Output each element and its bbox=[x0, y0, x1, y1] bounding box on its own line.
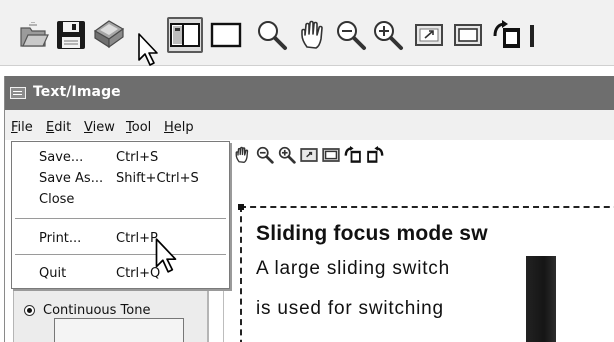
menu-view-rest: iew bbox=[92, 120, 115, 135]
save-disk-icon bbox=[57, 21, 85, 49]
full-frame-button[interactable] bbox=[208, 17, 244, 53]
hand-pan-small-button[interactable] bbox=[233, 145, 253, 165]
menu-item-shortcut: Shift+Ctrl+S bbox=[116, 171, 199, 186]
menu-item-label: Save... bbox=[39, 150, 84, 165]
rotate-left-icon bbox=[344, 146, 361, 163]
title-bar[interactable]: Text/Image bbox=[5, 76, 614, 110]
menu-view[interactable]: View bbox=[84, 120, 115, 135]
menu-item-print[interactable]: Print... Ctrl+P bbox=[12, 228, 229, 250]
hand-pan-icon bbox=[235, 146, 249, 163]
split-view-button[interactable] bbox=[167, 17, 203, 53]
selection-handle[interactable] bbox=[238, 204, 244, 210]
zoom-in-button[interactable] bbox=[370, 17, 406, 53]
fit-window-small-button[interactable] bbox=[299, 145, 319, 165]
save-button[interactable] bbox=[53, 17, 89, 53]
menu-item-save-as[interactable]: Save As... Shift+Ctrl+S bbox=[12, 168, 229, 190]
menu-item-label: Print... bbox=[39, 231, 82, 246]
document-heading: Sliding focus mode sw bbox=[256, 222, 488, 245]
hand-pan-button[interactable] bbox=[296, 17, 332, 53]
partial-icon bbox=[530, 25, 534, 47]
zoom-out-button[interactable] bbox=[333, 17, 369, 53]
menu-bar: File Edit View Tool Help bbox=[5, 110, 614, 140]
menu-help-rest: elp bbox=[173, 120, 194, 135]
window-app-icon bbox=[10, 87, 26, 99]
zoom-in-icon bbox=[374, 21, 403, 50]
zoom-in-icon bbox=[278, 146, 296, 164]
radio-button-checked[interactable] bbox=[24, 305, 35, 316]
file-menu-dropdown: Save... Ctrl+S Save As... Shift+Ctrl+S C… bbox=[11, 141, 230, 289]
menu-help-mnemonic: H bbox=[164, 120, 174, 135]
zoom-out-icon bbox=[256, 146, 274, 164]
fit-window-icon bbox=[415, 24, 443, 46]
split-view-icon bbox=[170, 23, 200, 47]
menu-tool-rest: ool bbox=[131, 120, 152, 135]
scanner-icon bbox=[93, 20, 125, 49]
fit-window-button[interactable] bbox=[411, 17, 447, 53]
menu-item-save[interactable]: Save... Ctrl+S bbox=[12, 147, 229, 169]
menu-help[interactable]: Help bbox=[164, 120, 194, 135]
rotate-left-icon bbox=[493, 20, 520, 48]
fit-window-icon bbox=[300, 148, 318, 162]
menu-separator bbox=[15, 254, 226, 256]
menu-tool[interactable]: Tool bbox=[126, 120, 151, 135]
menu-item-label: Save As... bbox=[39, 171, 104, 186]
full-screen-button[interactable] bbox=[450, 17, 486, 53]
menu-item-shortcut: Ctrl+S bbox=[116, 150, 159, 165]
menu-file-rest: ile bbox=[17, 120, 33, 135]
radio-label: Continuous Tone bbox=[43, 303, 151, 318]
zoom-out-small-button[interactable] bbox=[255, 145, 275, 165]
menu-edit-rest: dit bbox=[54, 120, 72, 135]
full-frame-icon bbox=[210, 22, 242, 48]
window-title: Text/Image bbox=[33, 84, 121, 100]
menu-item-shortcut: Ctrl+P bbox=[116, 231, 158, 246]
document-line: A large sliding switch bbox=[256, 258, 450, 279]
full-screen-small-button[interactable] bbox=[321, 145, 341, 165]
zoom-in-small-button[interactable] bbox=[277, 145, 297, 165]
rotate-right-icon bbox=[367, 146, 384, 163]
document-photo bbox=[526, 256, 556, 342]
zoom-out-icon bbox=[337, 21, 366, 50]
document-line: is used for switching bbox=[256, 298, 444, 319]
menu-item-close[interactable]: Close bbox=[12, 189, 229, 211]
menu-view-mnemonic: V bbox=[84, 120, 93, 135]
scan-button[interactable] bbox=[90, 17, 126, 53]
rotate-left-small-button[interactable] bbox=[343, 145, 363, 165]
rotate-left-button[interactable] bbox=[489, 17, 525, 53]
menu-item-quit[interactable]: Quit Ctrl+Q bbox=[12, 263, 229, 285]
menu-file[interactable]: File bbox=[11, 120, 33, 135]
document-preview[interactable]: Sliding focus mode sw A large sliding sw… bbox=[223, 180, 614, 342]
rotate-right-small-button[interactable] bbox=[365, 145, 385, 165]
full-screen-icon bbox=[454, 24, 482, 46]
toolbar-next-button[interactable] bbox=[525, 17, 541, 53]
menu-item-label: Quit bbox=[39, 266, 67, 281]
magnify-button[interactable] bbox=[254, 17, 290, 53]
panel-action-button[interactable] bbox=[54, 318, 184, 342]
main-toolbar bbox=[0, 0, 614, 66]
open-folder-button[interactable] bbox=[16, 17, 52, 53]
mouse-cursor-icon bbox=[138, 33, 158, 66]
menu-edit-mnemonic: E bbox=[46, 120, 55, 135]
magnifier-icon bbox=[258, 21, 287, 50]
mouse-cursor-icon bbox=[155, 238, 177, 273]
hand-pan-icon bbox=[301, 20, 323, 49]
full-screen-icon bbox=[322, 148, 340, 162]
radio-continuous-tone[interactable]: Continuous Tone bbox=[24, 303, 150, 318]
menu-item-label: Close bbox=[39, 192, 75, 207]
menu-separator bbox=[15, 218, 226, 220]
menu-edit[interactable]: Edit bbox=[46, 120, 71, 135]
open-folder-icon bbox=[20, 22, 49, 47]
